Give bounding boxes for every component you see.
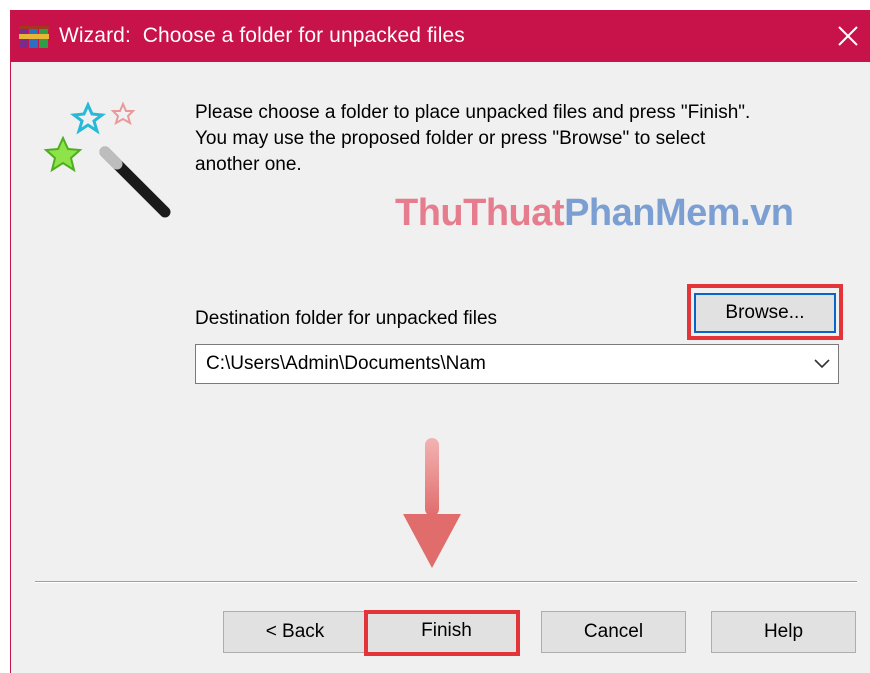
watermark: ThuThuatPhanMem.vn	[395, 192, 794, 235]
cancel-button[interactable]: Cancel	[541, 611, 686, 653]
help-button[interactable]: Help	[711, 611, 856, 653]
instructions-line-3: another one.	[195, 154, 302, 175]
close-button[interactable]	[825, 10, 870, 62]
destination-label: Destination folder for unpacked files	[195, 308, 498, 329]
winrar-icon	[19, 26, 49, 48]
wizard-window: Wizard: Choose a folder for unpacked fil…	[10, 10, 870, 673]
instructions-line-1: Please choose a folder to place unpacked…	[195, 102, 751, 123]
watermark-part-1: ThuThuat	[395, 192, 565, 234]
magic-wand-icon	[43, 101, 171, 218]
back-button[interactable]: < Back	[223, 611, 367, 653]
title-bar: Wizard: Choose a folder for unpacked fil…	[11, 10, 870, 62]
finish-button[interactable]: Finish	[376, 611, 517, 653]
close-icon	[838, 26, 858, 46]
chevron-down-icon[interactable]	[814, 359, 830, 369]
instructions-text: Please choose a folder to place unpacked…	[195, 100, 845, 178]
down-arrow-icon	[403, 438, 461, 568]
destination-folder-value: C:\Users\Admin\Documents\Nam	[206, 353, 486, 374]
window-title: Wizard: Choose a folder for unpacked fil…	[59, 24, 465, 47]
instructions-line-2: You may use the proposed folder or press…	[195, 128, 706, 149]
separator-line	[35, 581, 857, 583]
browse-button[interactable]: Browse...	[694, 293, 836, 333]
destination-folder-combobox[interactable]: C:\Users\Admin\Documents\Nam	[195, 344, 839, 384]
watermark-part-2: PhanMem.vn	[564, 192, 794, 234]
